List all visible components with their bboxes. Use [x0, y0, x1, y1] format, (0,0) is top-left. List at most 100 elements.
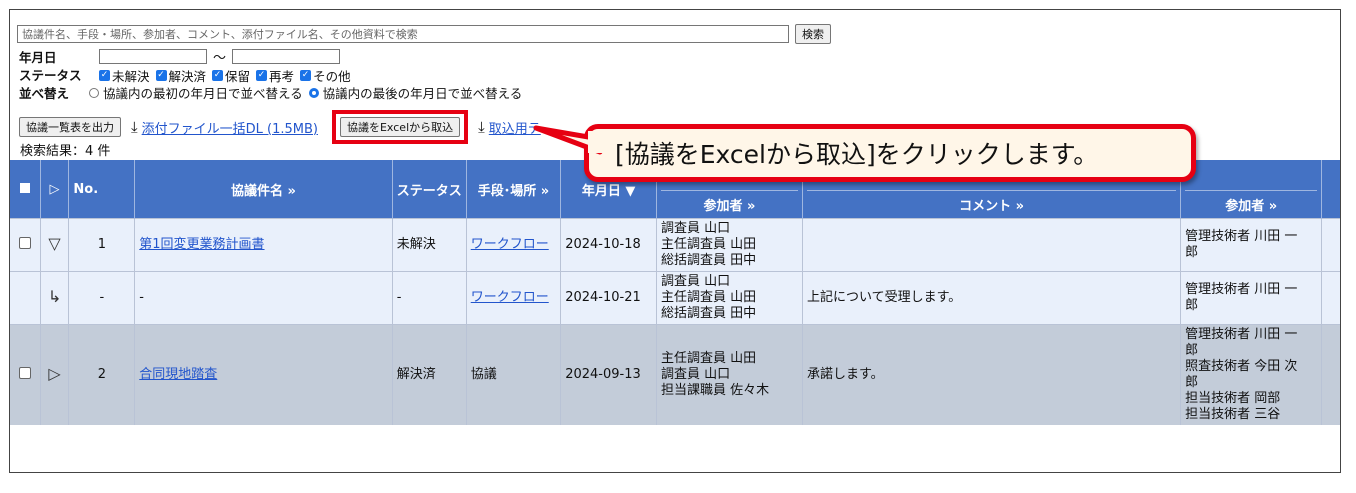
participants-cell: 主任調査員 山田 調査員 山口 担当課職員 佐々木 — [656, 324, 803, 425]
participants2-cell: 管理技術者 川田 一郎 — [1180, 218, 1322, 272]
participant-name: 担当課職員 佐々木 — [661, 383, 770, 398]
participants2-cell: 管理技術者 川田 一郎 — [1180, 271, 1322, 325]
comment-sort[interactable]: コメント » — [806, 190, 1177, 214]
status-checkbox[interactable]: ✓ — [256, 69, 268, 81]
sort-label: 並べ替え — [19, 86, 70, 101]
participant-name: 郎 — [1185, 375, 1199, 390]
import-template-link[interactable]: 取込用テ — [489, 118, 541, 137]
participants2-cell: 管理技術者 川田 一郎照査技術者 今田 次郎担当技術者 岡部 担当技術者 三谷 — [1180, 324, 1322, 425]
consultation-panel: 検索 年月日 ～ ステータス ✓未解決✓解決済✓保留✓再考✓その他 並べ替え 協… — [9, 9, 1341, 473]
row-select-cell — [10, 271, 41, 325]
participants2-sort[interactable]: 参加者 » — [1185, 190, 1318, 214]
table-row: ▽ 1 第1回変更業務計画書 未解決 ワークフロー 2024-10-18 調査員 山口 主任調… — [10, 218, 1340, 272]
participant-name: 管理技術者 川田 一 — [1185, 282, 1298, 297]
status-label: ステータス — [19, 68, 82, 83]
sort-option[interactable]: 協議内の最初の年月日で並べ替える — [89, 83, 303, 102]
method-cell: 協議 — [465, 324, 561, 425]
participant-name: 管理技術者 川田 一 — [1185, 229, 1298, 244]
date-label: 年月日 — [19, 50, 57, 65]
expand-cell: ↳ — [39, 271, 69, 325]
export-list-button[interactable]: 協議一覧表を出力 — [19, 117, 121, 137]
method-value[interactable]: ワークフロー — [471, 290, 549, 305]
participant-name: 郎 — [1185, 343, 1199, 358]
expand-toggle-icon[interactable]: ▷ — [48, 364, 60, 383]
no-cell: 2 — [68, 324, 135, 425]
download-icon: ⤓ — [131, 118, 138, 136]
method-cell: ワークフロー — [465, 271, 561, 325]
comment-cell: 上記について受理します。 — [801, 271, 1181, 325]
participant-name: 郎 — [1185, 298, 1199, 313]
expand-all-icon[interactable]: ▷ — [50, 182, 60, 197]
callout-text: [協議をExcelから取込]をクリックします。 — [615, 140, 1099, 169]
result-count: 検索結果：4 件 — [20, 144, 111, 159]
expand-toggle-icon[interactable]: ▽ — [48, 234, 60, 253]
method-value[interactable]: ワークフロー — [471, 237, 549, 252]
title-link[interactable]: 合同現地踏査 — [139, 367, 217, 382]
status-option-label: その他 — [313, 68, 351, 84]
row-select-cell — [10, 218, 41, 272]
status-cell: 未解決 — [391, 218, 467, 272]
status-cell: - — [391, 271, 467, 325]
consultation-table: ▷ No. 協議件名 » ステータス 手段･場所 » 年月日 ▼ 参加者 » コ… — [10, 160, 1340, 425]
participant-name: 調査員 山口 — [661, 221, 731, 236]
no-header: No. — [68, 160, 135, 219]
title-cell: - — [134, 271, 393, 325]
method-cell: ワークフロー — [465, 218, 561, 272]
status-option-label: 再考 — [269, 68, 295, 84]
method-value: 協議 — [470, 367, 497, 382]
row-checkbox[interactable] — [18, 366, 31, 379]
date-separator: ～ — [213, 51, 227, 66]
download-all-link[interactable]: 添付ファイル一括DL (1.5MB) — [142, 118, 318, 137]
no-cell: 1 — [68, 218, 135, 272]
select-all-header — [10, 160, 41, 219]
status-option[interactable]: ✓ 保留 — [212, 66, 250, 85]
method-header[interactable]: 手段･場所 » — [465, 160, 561, 219]
participant-name: 管理技術者 川田 一 — [1185, 327, 1298, 342]
comment-cell: 承諾します。 — [801, 324, 1181, 425]
status-option-label: 解決済 — [168, 68, 207, 84]
no-cell: - — [68, 271, 135, 325]
status-checkbox[interactable]: ✓ — [300, 69, 312, 81]
participants-cell: 調査員 山口 主任調査員 山田 総括調査員 田中 — [656, 218, 803, 272]
status-checkbox[interactable]: ✓ — [212, 69, 224, 81]
status-checkbox[interactable]: ✓ — [155, 69, 167, 81]
row-select-cell — [10, 324, 41, 425]
overflow-header — [1321, 160, 1340, 219]
status-option[interactable]: ✓ その他 — [300, 66, 351, 85]
date-to-input[interactable] — [232, 49, 341, 64]
status-option[interactable]: ✓ 解決済 — [155, 66, 207, 85]
title-header[interactable]: 協議件名 » — [134, 160, 393, 219]
participants2-header: 参加者 » — [1180, 160, 1322, 219]
title-link[interactable]: 第1回変更業務計画書 — [139, 237, 264, 252]
status-option-label: 保留 — [225, 68, 251, 84]
row-checkbox[interactable] — [18, 236, 31, 249]
sort-option[interactable]: 協議内の最後の年月日で並べ替える — [308, 83, 523, 102]
expand-cell: ▷ — [39, 324, 69, 425]
participants-cell: 調査員 山口 主任調査員 山田 総括調査員 田中 — [656, 271, 803, 325]
status-option[interactable]: ✓ 再考 — [256, 66, 294, 85]
sort-options: 協議内の最初の年月日で並べ替える 協議内の最後の年月日で並べ替える — [89, 83, 528, 102]
participant-name: 調査員 山口 — [661, 274, 731, 289]
instruction-callout: [協議をExcelから取込]をクリックします。 — [584, 124, 1196, 182]
sort-option-label: 協議内の最初の年月日で並べ替える — [103, 86, 303, 101]
participants-sort[interactable]: 参加者 » — [661, 190, 798, 214]
search-input[interactable] — [17, 25, 789, 43]
toolbar: 協議一覧表を出力 ⤓ 添付ファイル一括DL (1.5MB) 協議をExcelから… — [19, 110, 541, 144]
participant-name: 総括調査員 田中 — [661, 253, 757, 268]
table-row: ↳ - - - ワークフロー 2024-10-21 調査員 山口 主任調査員 山田 総括調査員 … — [10, 271, 1340, 325]
participant-name: 主任調査員 山田 — [661, 237, 757, 252]
status-checkbox[interactable]: ✓ — [99, 69, 110, 81]
import-excel-button[interactable]: 協議をExcelから取込 — [339, 117, 461, 137]
search-button[interactable]: 検索 — [795, 24, 831, 44]
title-cell: 第1回変更業務計画書 — [134, 218, 393, 272]
reply-arrow-icon: ↳ — [47, 287, 62, 306]
status-option[interactable]: ✓ 未解決 — [99, 66, 150, 85]
date-from-input[interactable] — [99, 49, 207, 64]
sort-radio[interactable] — [89, 87, 99, 98]
date-cell: 2024-10-21 — [560, 271, 657, 325]
sort-option-label: 協議内の最後の年月日で並べ替える — [322, 86, 523, 101]
title-cell: 合同現地踏査 — [134, 324, 393, 425]
sort-radio[interactable] — [308, 87, 319, 98]
date-cell: 2024-10-18 — [560, 218, 657, 272]
select-all-checkbox[interactable] — [19, 182, 30, 193]
